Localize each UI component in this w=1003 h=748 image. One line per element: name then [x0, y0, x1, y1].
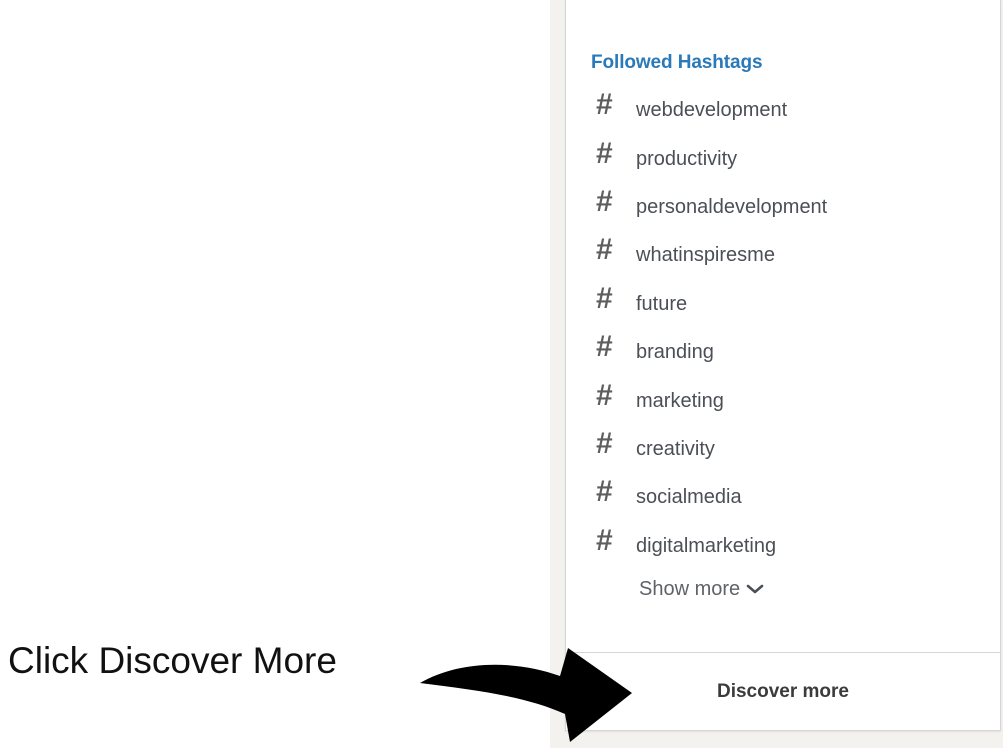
- hashtag-item[interactable]: # branding: [596, 328, 827, 376]
- hash-icon: #: [596, 233, 613, 267]
- show-more-label: Show more: [639, 578, 741, 600]
- hashtag-label[interactable]: creativity: [636, 439, 715, 459]
- hashtag-label[interactable]: whatinspiresme: [636, 245, 775, 265]
- hashtag-list: # webdevelopment # productivity # person…: [596, 86, 827, 570]
- hashtag-item[interactable]: # socialmedia: [596, 473, 827, 521]
- hashtag-item[interactable]: # whatinspiresme: [596, 231, 827, 279]
- hashtag-item[interactable]: # marketing: [596, 376, 827, 424]
- hashtag-label[interactable]: branding: [636, 342, 714, 362]
- hash-icon: #: [596, 475, 613, 509]
- hashtag-item[interactable]: # creativity: [596, 425, 827, 473]
- tutorial-screenshot: Followed Hashtags # webdevelopment # pro…: [0, 0, 1003, 748]
- hashtag-item[interactable]: # digitalmarketing: [596, 522, 827, 570]
- hashtag-item[interactable]: # webdevelopment: [596, 86, 827, 134]
- hashtag-label[interactable]: future: [636, 294, 687, 314]
- hash-icon: #: [596, 378, 613, 412]
- hashtag-label[interactable]: webdevelopment: [636, 100, 787, 120]
- hash-icon: #: [596, 426, 613, 460]
- hashtag-label[interactable]: productivity: [636, 149, 737, 169]
- followed-hashtags-card: Followed Hashtags # webdevelopment # pro…: [565, 0, 1001, 731]
- hash-icon: #: [596, 136, 613, 170]
- hashtag-label[interactable]: personaldevelopment: [636, 197, 827, 217]
- hashtag-label[interactable]: marketing: [636, 391, 724, 411]
- hashtag-label[interactable]: digitalmarketing: [636, 536, 776, 556]
- curved-arrow-icon: [420, 648, 632, 742]
- show-more-button[interactable]: Show more: [639, 578, 764, 601]
- hash-icon: #: [596, 330, 613, 364]
- hashtag-item[interactable]: # future: [596, 280, 827, 328]
- hash-icon: #: [596, 88, 613, 122]
- section-title: Followed Hashtags: [591, 52, 763, 73]
- hash-icon: #: [596, 281, 613, 315]
- hash-icon: #: [596, 523, 613, 557]
- chevron-down-icon: [746, 584, 764, 595]
- hash-icon: #: [596, 184, 613, 218]
- hashtag-label[interactable]: socialmedia: [636, 487, 742, 507]
- annotation-text: Click Discover More: [8, 640, 337, 681]
- hashtag-item[interactable]: # personaldevelopment: [596, 183, 827, 231]
- hashtag-item[interactable]: # productivity: [596, 134, 827, 182]
